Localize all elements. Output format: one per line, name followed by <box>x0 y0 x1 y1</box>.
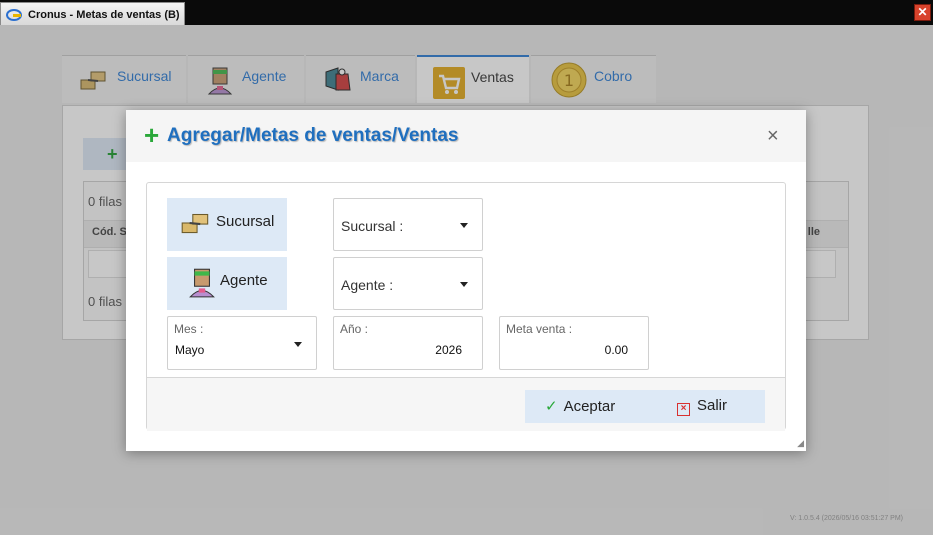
title-bar: Cronus - Metas de ventas (B) ✕ <box>0 0 933 25</box>
agent-icon <box>189 268 215 298</box>
sucursal-lookup-button[interactable]: Sucursal <box>167 198 287 251</box>
anio-field[interactable]: Año : 2026 <box>333 316 483 370</box>
plus-icon: + <box>144 120 160 150</box>
meta-venta-field[interactable]: Meta venta : 0.00 <box>499 316 649 370</box>
chevron-down-icon <box>460 223 468 228</box>
dialog-title: Agregar/Metas de ventas/Ventas <box>167 125 459 146</box>
chevron-down-icon <box>294 342 302 347</box>
button-label: Aceptar <box>563 398 616 415</box>
field-value: 0.00 <box>604 343 628 357</box>
dialog-close-button[interactable]: × <box>767 126 779 146</box>
add-sales-goal-dialog: + Agregar/Metas de ventas/Ventas × Sucur… <box>126 110 806 451</box>
button-label: Sucursal <box>216 213 275 230</box>
field-label: Año : <box>340 322 369 336</box>
field-value: Mayo <box>175 343 205 357</box>
window-close-button[interactable]: ✕ <box>914 4 931 21</box>
field-label: Mes : <box>174 322 204 336</box>
form-container: Sucursal Agente Sucursal : Agente : Mes … <box>146 182 786 431</box>
mes-select[interactable]: Mes : Mayo <box>167 316 317 370</box>
field-value: 2026 <box>435 343 462 357</box>
select-value: Agente : <box>341 277 394 293</box>
exit-button[interactable]: × Salir <box>677 397 727 416</box>
branch-icon <box>181 213 209 234</box>
chevron-down-icon <box>460 282 468 287</box>
window-title: Cronus - Metas de ventas (B) <box>28 9 180 21</box>
sucursal-select[interactable]: Sucursal : <box>333 198 483 251</box>
accept-button[interactable]: ✓ Aceptar <box>545 397 615 415</box>
check-icon: ✓ <box>545 398 558 415</box>
dialog-header: + Agregar/Metas de ventas/Ventas × <box>126 110 806 162</box>
button-label: Agente <box>220 272 268 289</box>
agente-select[interactable]: Agente : <box>333 257 483 310</box>
select-value: Sucursal : <box>341 218 404 234</box>
action-buttons: ✓ Aceptar × Salir <box>525 390 765 423</box>
dialog-footer: ✓ Aceptar × Salir <box>147 377 785 431</box>
close-box-icon: × <box>677 403 690 416</box>
app-logo-icon <box>6 9 22 21</box>
window-tab: Cronus - Metas de ventas (B) <box>0 2 185 25</box>
button-label: Salir <box>697 397 728 414</box>
resize-grip-icon[interactable]: ◢ <box>797 438 804 449</box>
agente-lookup-button[interactable]: Agente <box>167 257 287 310</box>
field-label: Meta venta : <box>506 322 573 336</box>
